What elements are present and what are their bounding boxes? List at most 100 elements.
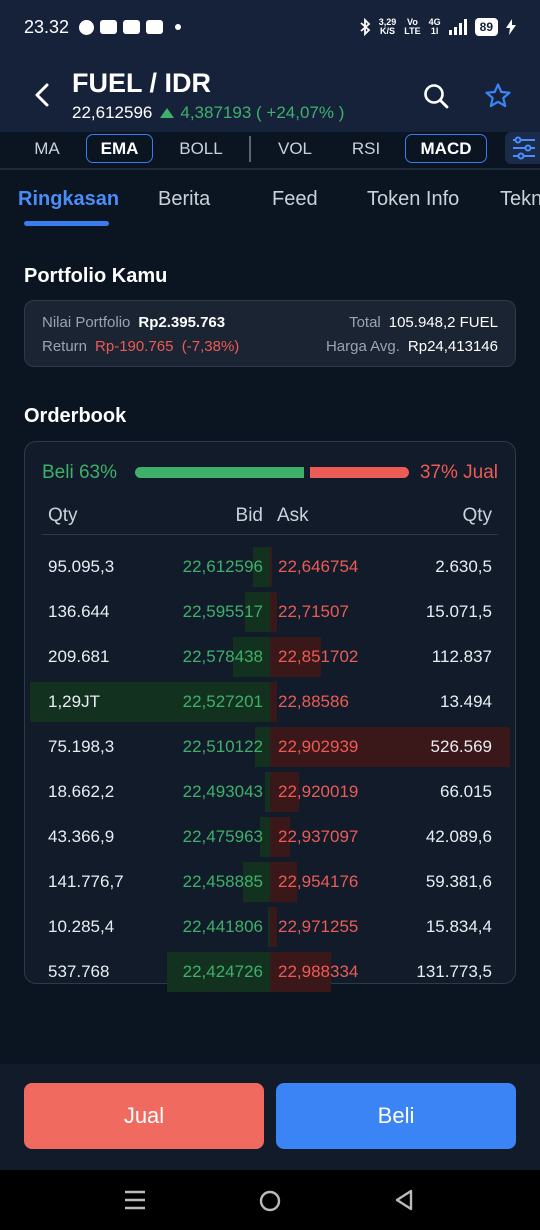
portfolio-value: Rp2.395.763 <box>138 314 226 331</box>
bid-price: 22,595517 <box>182 602 263 621</box>
bid-qty: 18.662,2 <box>48 782 115 801</box>
ask-qty: 15.071,5 <box>425 602 492 621</box>
bluetooth-icon <box>360 18 371 36</box>
orderbook-row[interactable]: 209.681 22,578438 22,851702 112.837 <box>25 637 515 677</box>
price-change: 4,387193 ( +24,07% ) <box>160 103 344 123</box>
tab-teknikal[interactable]: Tekn <box>500 188 540 211</box>
network-type: 4G 1l <box>428 17 441 36</box>
portfolio-return: Rp-190.765 (-7,38%) <box>95 338 240 355</box>
ask-price: 22,851702 <box>278 647 359 666</box>
ask-depth-bar <box>270 682 277 722</box>
orderbook-title: Orderbook <box>24 405 127 427</box>
indicator-boll[interactable]: BOLL <box>172 134 230 163</box>
ask-price: 22,937097 <box>278 827 359 846</box>
app-icon <box>123 20 141 34</box>
indicator-ema[interactable]: EMA <box>86 134 153 163</box>
sliders-icon <box>513 136 535 160</box>
ask-price: 22,971255 <box>278 917 359 936</box>
buy-button[interactable]: Beli <box>276 1083 516 1149</box>
ask-qty: 66.015 <box>440 782 492 801</box>
bid-price: 22,475963 <box>182 827 263 846</box>
buy-ratio: Beli 63% <box>42 462 117 483</box>
ask-qty: 15.834,4 <box>425 917 492 936</box>
system-nav-bar <box>0 1170 540 1230</box>
bid-price: 22,612596 <box>182 557 263 576</box>
last-price: 22,612596 <box>72 103 153 122</box>
active-tab-indicator <box>24 221 109 226</box>
indicator-ma[interactable]: MA <box>28 134 66 163</box>
orderbook-row[interactable]: 75.198,3 22,510122 22,902939 526.569 <box>25 727 515 767</box>
recent-apps-icon[interactable] <box>124 1189 146 1211</box>
home-icon[interactable] <box>258 1189 282 1213</box>
header-qty-ask: Qty <box>462 505 492 526</box>
orderbook-row[interactable]: 537.768 22,424726 22,988334 131.773,5 <box>25 952 515 992</box>
indicator-settings-button[interactable] <box>505 132 540 164</box>
facebook-icon <box>79 19 95 35</box>
ask-price: 22,88586 <box>278 692 349 711</box>
ask-price: 22,920019 <box>278 782 359 801</box>
tab-token-info[interactable]: Token Info <box>367 188 459 211</box>
signal-icon <box>448 19 467 35</box>
sell-button[interactable]: Jual <box>24 1083 264 1149</box>
orderbook-row[interactable]: 141.776,7 22,458885 22,954176 59.381,6 <box>25 862 515 902</box>
indicator-separator <box>249 136 251 162</box>
portfolio-return-group: Return Rp-190.765 (-7,38%) <box>42 338 239 355</box>
tab-ringkasan[interactable]: Ringkasan <box>18 188 119 211</box>
bid-qty: 1,29JT <box>48 692 100 711</box>
bid-price: 22,527201 <box>182 692 263 711</box>
indicator-macd[interactable]: MACD <box>405 134 487 163</box>
ask-price: 22,902939 <box>278 737 359 756</box>
ask-price: 22,646754 <box>278 557 359 576</box>
bid-qty: 75.198,3 <box>48 737 115 756</box>
ask-qty: 59.381,6 <box>425 872 492 891</box>
portfolio-total-group: Total 105.948,2 FUEL <box>349 314 498 331</box>
ask-qty: 13.494 <box>440 692 492 711</box>
back-nav-icon[interactable] <box>393 1188 415 1212</box>
messenger-icon <box>100 20 118 34</box>
orderbook-row[interactable]: 95.095,3 22,612596 22,646754 2.630,5 <box>25 547 515 587</box>
up-triangle-icon <box>160 108 175 118</box>
orderbook-row[interactable]: 10.285,4 22,441806 22,971255 15.834,4 <box>25 907 515 947</box>
ask-depth-bar <box>270 907 277 947</box>
bid-price: 22,493043 <box>182 782 263 801</box>
charging-icon <box>506 19 516 35</box>
bid-price: 22,424726 <box>182 962 263 981</box>
app-icon <box>146 20 164 34</box>
portfolio-return-label: Return <box>42 338 88 355</box>
bid-price: 22,578438 <box>182 647 263 666</box>
sell-ratio: 37% Jual <box>419 462 498 483</box>
orderbook-card: Beli 63% 37% Jual Qty Bid Ask Qty 95.095… <box>24 441 516 992</box>
header-ask: Ask <box>277 505 309 526</box>
ask-qty: 131.773,5 <box>416 962 492 981</box>
indicator-rsi[interactable]: RSI <box>345 134 387 163</box>
star-icon[interactable] <box>484 82 512 110</box>
bid-qty: 537.768 <box>48 962 110 981</box>
more-notifications-icon <box>175 24 182 30</box>
ask-qty: 112.837 <box>431 647 492 666</box>
portfolio-avg-label: Harga Avg. <box>325 338 400 355</box>
ask-price: 22,988334 <box>278 962 359 981</box>
bid-qty: 141.776,7 <box>48 872 124 891</box>
header: FUEL / IDR 22,612596 4,387193 ( +24,07% … <box>0 54 540 134</box>
portfolio-total-label: Total <box>349 314 381 331</box>
orderbook-row[interactable]: 136.644 22,595517 22,71507 15.071,5 <box>25 592 515 632</box>
pair-title: FUEL / IDR <box>72 68 212 98</box>
status-bar: 23.32 3,29 K/S Vo LTE 4G 1l 89 <box>0 0 540 54</box>
indicator-vol[interactable]: VOL <box>270 134 320 163</box>
ask-depth-bar <box>270 547 272 587</box>
indicator-toolbar: MA EMA BOLL VOL RSI MACD <box>0 132 540 168</box>
orderbook-row[interactable]: 1,29JT 22,527201 22,88586 13.494 <box>25 682 515 722</box>
orderbook-row[interactable]: 43.366,9 22,475963 22,937097 42.089,6 <box>25 817 515 857</box>
bid-qty: 95.095,3 <box>48 557 115 576</box>
orderbook-header-divider <box>42 534 498 535</box>
back-arrow-icon[interactable] <box>30 80 54 110</box>
buy-ratio-bar <box>135 467 304 478</box>
tab-berita[interactable]: Berita <box>158 188 210 211</box>
tab-feed[interactable]: Feed <box>272 188 318 211</box>
portfolio-value-label: Nilai Portfolio <box>42 314 131 331</box>
header-qty-bid: Qty <box>48 505 78 526</box>
status-time: 23.32 <box>24 16 70 37</box>
orderbook-row[interactable]: 18.662,2 22,493043 22,920019 66.015 <box>25 772 515 812</box>
ask-price: 22,954176 <box>278 872 359 891</box>
search-icon[interactable] <box>422 82 450 110</box>
